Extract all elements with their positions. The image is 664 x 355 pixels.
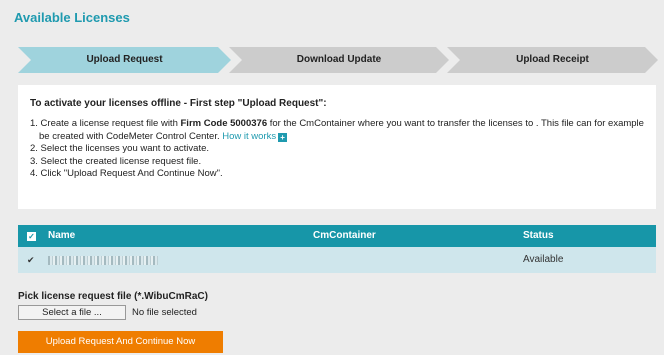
licenses-table: ✓ Name CmContainer Status ✔ Available xyxy=(18,225,656,273)
row-checkbox[interactable]: ✔ xyxy=(27,256,35,265)
step-upload-receipt[interactable]: Upload Receipt xyxy=(447,47,658,73)
instructions-panel: To activate your licenses offline - Firs… xyxy=(18,85,656,209)
select-all-checkbox[interactable]: ✓ xyxy=(27,232,36,241)
instructions-list: 1. Create a license request file with Fi… xyxy=(30,118,644,181)
file-status: No file selected xyxy=(132,307,197,318)
column-header-cmcontainer[interactable]: CmContainer xyxy=(313,225,376,247)
table-row[interactable]: ✔ Available xyxy=(18,247,656,273)
file-pick-label: Pick license request file (*.WibuCmRaC) xyxy=(18,291,208,302)
step-upload-request[interactable]: Upload Request xyxy=(18,47,231,73)
instruction-item-1: 1. Create a license request file with Fi… xyxy=(30,118,644,143)
column-header-name[interactable]: Name xyxy=(48,225,75,247)
select-file-button[interactable]: Select a file ... xyxy=(18,305,126,320)
instruction-item-4: 4. Click "Upload Request And Continue No… xyxy=(30,168,223,179)
upload-request-continue-button[interactable]: Upload Request And Continue Now xyxy=(18,331,223,353)
table-header: ✓ Name CmContainer Status xyxy=(18,225,656,247)
instruction-item-2: 2. Select the licenses you want to activ… xyxy=(30,143,210,154)
plus-icon[interactable]: + xyxy=(278,132,288,142)
column-header-status[interactable]: Status xyxy=(523,225,554,247)
firm-code: Firm Code 5000376 xyxy=(180,118,268,129)
instructions-heading: To activate your licenses offline - Firs… xyxy=(30,98,327,109)
step-download-update[interactable]: Download Update xyxy=(229,47,449,73)
how-it-works-link[interactable]: How it works xyxy=(222,131,276,142)
page-title: Available Licenses xyxy=(14,10,130,25)
row-status: Available xyxy=(523,254,564,265)
instruction-1-prefix: 1. Create a license request file with xyxy=(30,118,181,129)
redacted-license-name xyxy=(48,256,158,265)
step-wizard: Upload Request Download Update Upload Re… xyxy=(18,47,658,73)
instruction-item-3: 3. Select the created license request fi… xyxy=(30,155,202,167)
